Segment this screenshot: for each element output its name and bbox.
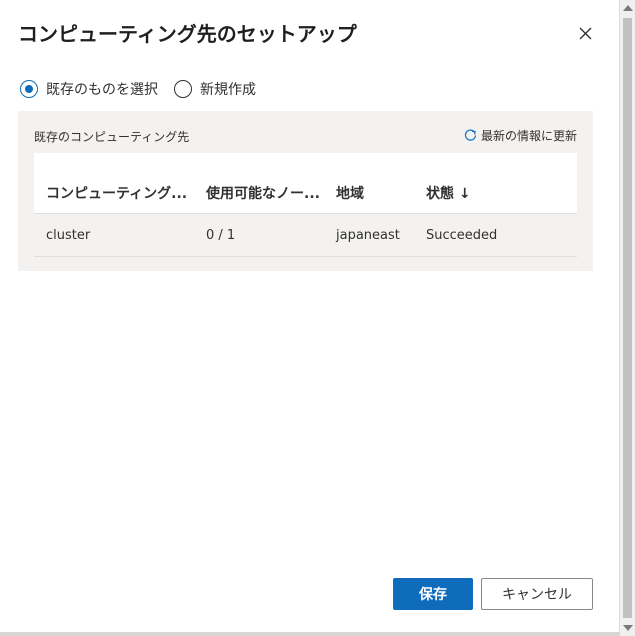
column-header-region[interactable]: 地域	[336, 183, 416, 203]
table-header-row: コンピューティング... 使用可能なノー... 地域 状態 ↓	[34, 153, 577, 214]
scroll-down-arrow-icon[interactable]	[623, 625, 633, 631]
radio-circle-checked[interactable]	[20, 80, 38, 98]
cell-available-nodes: 0 / 1	[206, 228, 236, 243]
scroll-up-arrow-icon[interactable]	[623, 5, 633, 11]
refresh-label: 最新の情報に更新	[480, 129, 577, 143]
radio-label-create-new: 新規作成	[200, 82, 256, 98]
cell-compute-name: cluster	[46, 228, 91, 243]
panel-title: 既存のコンピューティング先	[34, 130, 190, 144]
background-strip	[0, 632, 619, 636]
compute-source-radio-group: 既存のものを選択 新規作成	[20, 78, 272, 100]
cancel-button[interactable]: キャンセル	[481, 578, 593, 610]
column-header-state[interactable]: 状態 ↓	[426, 183, 546, 203]
refresh-button[interactable]: 最新の情報に更新	[464, 127, 577, 144]
radio-create-new[interactable]: 新規作成	[174, 79, 256, 99]
compute-table: コンピューティング... 使用可能なノー... 地域 状態 ↓ cluster …	[34, 153, 577, 257]
vertical-scrollbar[interactable]	[619, 0, 635, 636]
table-row[interactable]: cluster 0 / 1 japaneast Succeeded	[34, 214, 577, 257]
radio-circle-unchecked[interactable]	[174, 80, 192, 98]
scrollbar-thumb[interactable]	[623, 18, 632, 618]
column-header-available-nodes[interactable]: 使用可能なノー...	[206, 183, 328, 203]
refresh-icon	[464, 129, 477, 141]
cell-state: Succeeded	[426, 228, 498, 243]
radio-select-existing[interactable]: 既存のものを選択	[20, 79, 158, 99]
close-icon	[579, 27, 592, 40]
column-header-compute-name[interactable]: コンピューティング...	[46, 183, 198, 203]
dialog-title: コンピューティング先のセットアップ	[18, 22, 357, 46]
radio-label-select-existing: 既存のものを選択	[46, 82, 158, 98]
close-button[interactable]	[574, 22, 596, 44]
compute-setup-dialog: コンピューティング先のセットアップ 既存のものを選択 新規作成 既存のコンピュー…	[0, 0, 619, 632]
save-button[interactable]: 保存	[393, 578, 473, 610]
cell-region: japaneast	[336, 228, 400, 243]
existing-compute-panel: 既存のコンピューティング先 最新の情報に更新 コンピューティング... 使用可能…	[18, 111, 593, 271]
